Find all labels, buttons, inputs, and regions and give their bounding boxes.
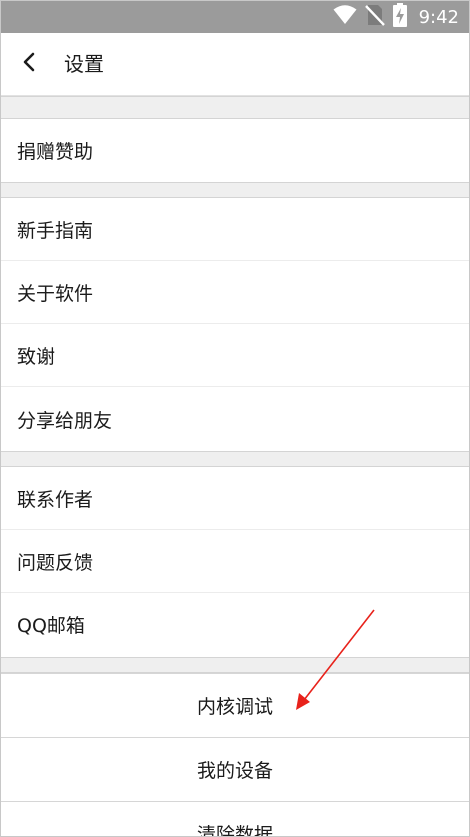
- list-item-label: 新手指南: [17, 220, 94, 242]
- list-item-about[interactable]: 关于软件: [1, 261, 469, 324]
- settings-group-contact: 联系作者 问题反馈 QQ邮箱: [1, 467, 469, 657]
- kernel-debug-button[interactable]: 内核调试: [1, 673, 469, 737]
- list-item-label: 问题反馈: [17, 552, 94, 574]
- list-item-label: 分享给朋友: [17, 410, 113, 432]
- list-item-contact-author[interactable]: 联系作者: [1, 467, 469, 530]
- list-item-label: 关于软件: [17, 283, 94, 305]
- wifi-icon: [333, 5, 357, 29]
- list-item-feedback[interactable]: 问题反馈: [1, 530, 469, 593]
- section-divider: [1, 451, 469, 467]
- list-item-label: 联系作者: [17, 489, 94, 511]
- back-arrow-icon: [21, 51, 37, 77]
- button-label: 内核调试: [196, 696, 273, 718]
- list-item-label: QQ邮箱: [17, 615, 85, 637]
- list-item-guide[interactable]: 新手指南: [1, 198, 469, 261]
- section-divider: [1, 657, 469, 673]
- battery-charging-icon: [392, 3, 407, 31]
- settings-group-about: 新手指南 关于软件 致谢 分享给朋友: [1, 198, 469, 451]
- status-time: 9:42: [418, 6, 459, 28]
- clear-data-button[interactable]: 清除数据: [1, 801, 469, 837]
- list-item-share[interactable]: 分享给朋友: [1, 388, 469, 451]
- my-device-button[interactable]: 我的设备: [1, 737, 469, 801]
- settings-group-donate: 捐赠赞助: [1, 119, 469, 182]
- no-sim-icon: [364, 4, 385, 30]
- app-bar: 设置: [1, 33, 469, 96]
- section-divider: [1, 182, 469, 198]
- button-label: 我的设备: [196, 760, 273, 782]
- list-item-thanks[interactable]: 致谢: [1, 324, 469, 387]
- section-divider: [1, 96, 469, 119]
- status-icons: 9:42: [333, 1, 459, 33]
- settings-screen: 9:42 设置 捐赠赞助 新手指南 关于软件 致谢 分享给朋友 联系作者 问题反…: [0, 0, 470, 837]
- page-title: 设置: [64, 52, 104, 76]
- status-bar: 9:42: [1, 1, 469, 33]
- button-label: 清除数据: [196, 824, 273, 837]
- list-item-label: 捐赠赞助: [17, 141, 94, 163]
- list-item-donate[interactable]: 捐赠赞助: [1, 119, 469, 182]
- list-item-label: 致谢: [17, 346, 56, 368]
- back-button[interactable]: [11, 46, 47, 82]
- list-item-qq-mail[interactable]: QQ邮箱: [1, 593, 469, 656]
